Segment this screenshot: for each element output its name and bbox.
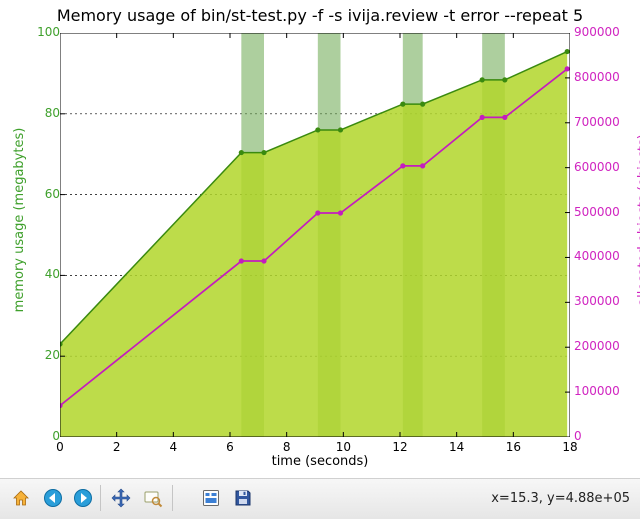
x-tick: 4 — [158, 440, 188, 454]
cursor-position-readout: x=15.3, y=4.88e+05 — [491, 491, 630, 506]
subplots-icon — [201, 488, 221, 508]
x-axis-label: time (seconds) — [0, 454, 640, 469]
y-right-tick: 900000 — [574, 25, 620, 39]
home-icon — [11, 488, 31, 508]
x-tick: 0 — [45, 440, 75, 454]
arrow-right-icon — [73, 488, 93, 508]
y-right-tick: 500000 — [574, 205, 620, 219]
y-axis-left-label: memory usage (megabytes) — [12, 70, 27, 370]
y-left-tick: 0 — [52, 429, 60, 443]
y-left-tick: 40 — [45, 267, 60, 281]
y-left-tick: 80 — [45, 106, 60, 120]
toolbar-separator — [100, 485, 101, 511]
y-right-tick: 600000 — [574, 160, 620, 174]
save-button[interactable] — [230, 485, 256, 511]
back-button[interactable] — [40, 485, 66, 511]
y-left-tick: 20 — [45, 348, 60, 362]
x-tick: 14 — [442, 440, 472, 454]
y-axis-right-label: allocated objects (objects) — [636, 70, 640, 370]
arrow-left-icon — [43, 488, 63, 508]
y-right-tick: 800000 — [574, 70, 620, 84]
toolbar: x=15.3, y=4.88e+05 — [0, 478, 640, 519]
zoom-icon — [143, 488, 163, 508]
x-tick: 12 — [385, 440, 415, 454]
y-right-tick: 0 — [574, 429, 582, 443]
chart-canvas: Memory usage of bin/st-test.py -f -s ivi… — [0, 0, 640, 478]
chart-svg — [60, 33, 570, 437]
move-icon — [111, 488, 131, 508]
floppy-disk-icon — [233, 488, 253, 508]
y-right-tick: 400000 — [574, 249, 620, 263]
zoom-button[interactable] — [140, 485, 166, 511]
y-right-tick: 300000 — [574, 294, 620, 308]
forward-button[interactable] — [70, 485, 96, 511]
x-tick: 8 — [272, 440, 302, 454]
y-right-tick: 100000 — [574, 384, 620, 398]
y-left-tick: 60 — [45, 187, 60, 201]
pan-button[interactable] — [108, 485, 134, 511]
toolbar-separator — [172, 485, 173, 511]
home-button[interactable] — [8, 485, 34, 511]
x-tick: 10 — [328, 440, 358, 454]
x-tick: 6 — [215, 440, 245, 454]
y-right-tick: 200000 — [574, 339, 620, 353]
chart-title: Memory usage of bin/st-test.py -f -s ivi… — [0, 6, 640, 25]
x-tick: 2 — [102, 440, 132, 454]
y-right-tick: 700000 — [574, 115, 620, 129]
y-left-tick: 100 — [37, 25, 60, 39]
configure-subplots-button[interactable] — [198, 485, 224, 511]
x-tick: 16 — [498, 440, 528, 454]
